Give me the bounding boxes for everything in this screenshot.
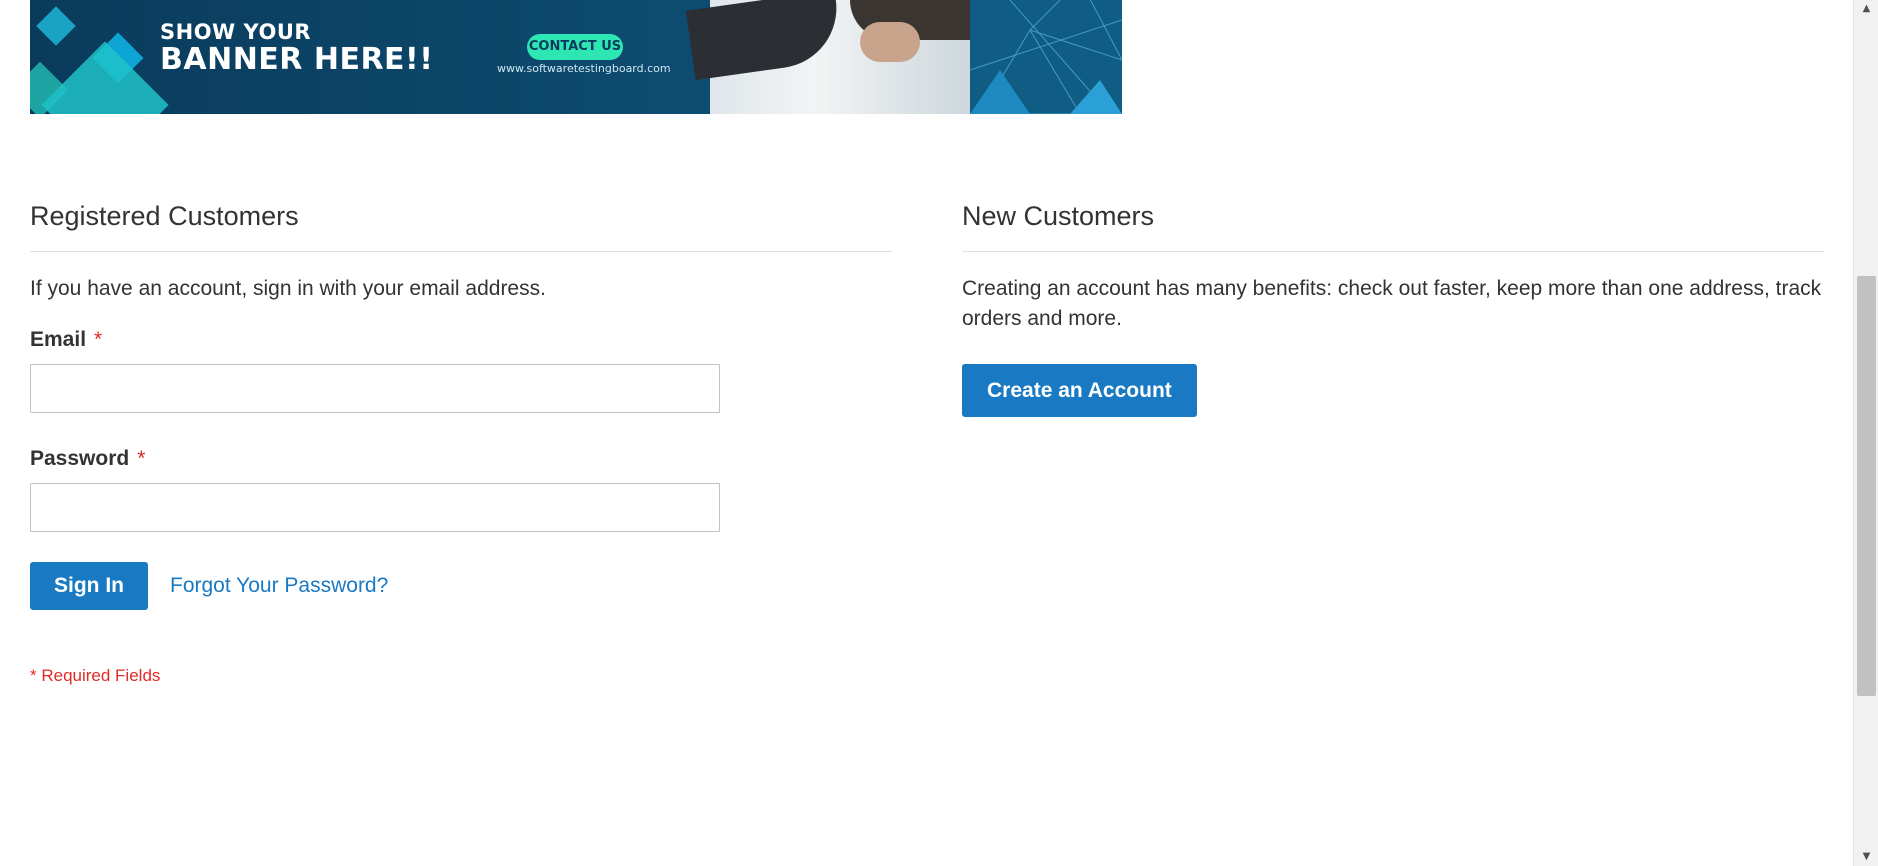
scrollbar-thumb[interactable] (1857, 276, 1876, 696)
new-customers-block: New Customers Creating an account has ma… (962, 196, 1824, 417)
new-customers-intro: Creating an account has many benefits: c… (962, 277, 1822, 330)
page: SHOW YOUR BANNER HERE!! CONTACT US www.s… (0, 0, 1878, 866)
email-field[interactable] (30, 364, 720, 413)
banner-headline-line1: SHOW YOUR (160, 20, 312, 44)
banner-headline-line2: BANNER HERE!! (160, 42, 434, 77)
required-asterisk: * (94, 328, 103, 351)
banner-contact-badge: CONTACT US (527, 34, 623, 60)
banner-site-url: www.softwaretestingboard.com (497, 62, 671, 75)
required-asterisk: * (137, 447, 146, 470)
triangle-down-icon[interactable]: ▼ (1854, 848, 1878, 866)
new-customers-title: New Customers (962, 196, 1824, 252)
banner-decor-diamond (36, 6, 76, 46)
forgot-password-link[interactable]: Forgot Your Password? (170, 574, 388, 598)
page-scrollbar[interactable]: ▲ ▼ (1853, 0, 1878, 866)
password-label-text: Password (30, 447, 130, 470)
registered-customers-intro: If you have an account, sign in with you… (30, 277, 546, 300)
sign-in-button[interactable]: Sign In (30, 562, 148, 610)
password-field[interactable] (30, 483, 720, 532)
promo-banner[interactable]: SHOW YOUR BANNER HERE!! CONTACT US www.s… (30, 0, 1122, 114)
triangle-up-icon[interactable]: ▲ (1854, 0, 1878, 18)
banner-photo-hands (860, 22, 920, 62)
email-label-text: Email (30, 328, 87, 351)
banner-geometric-pattern (970, 0, 1122, 114)
banner-decor-diamond (41, 41, 169, 114)
registered-customers-title: Registered Customers (30, 196, 892, 252)
login-actions: Sign In Forgot Your Password? (30, 562, 892, 610)
required-fields-note: * Required Fields (30, 666, 161, 685)
password-label: Password * (30, 447, 892, 471)
create-account-button[interactable]: Create an Account (962, 364, 1197, 417)
registered-customers-block: Registered Customers If you have an acco… (30, 196, 892, 686)
email-label: Email * (30, 328, 892, 352)
